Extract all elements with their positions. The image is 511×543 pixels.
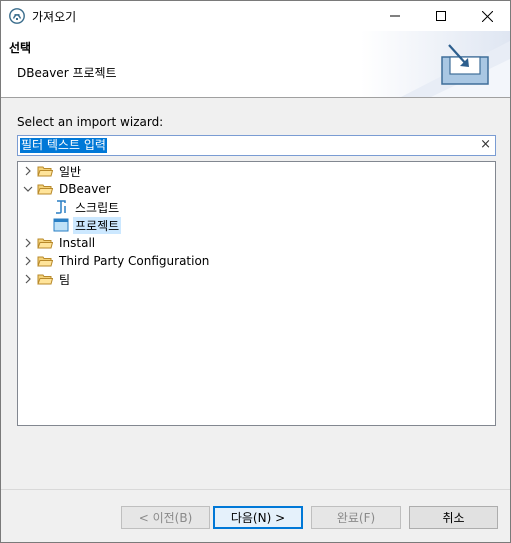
tree-item-general[interactable]: 일반 <box>23 162 83 180</box>
chevron-right-icon[interactable] <box>23 256 33 266</box>
project-icon <box>53 218 69 232</box>
minimize-icon <box>390 15 400 17</box>
script-icon <box>56 200 66 214</box>
close-window-button[interactable] <box>464 1 510 31</box>
folder-icon <box>37 166 53 177</box>
tree-item-label: Third Party Configuration <box>59 254 210 268</box>
tree-item-team[interactable]: 팀 <box>23 270 72 288</box>
tree-item-third-party-configuration[interactable]: Third Party Configuration <box>23 252 211 270</box>
cancel-button[interactable]: 취소 <box>409 506 498 529</box>
close-icon <box>481 10 493 22</box>
page-title: 선택 <box>9 41 32 55</box>
chevron-right-icon[interactable] <box>23 238 33 248</box>
tree-item-label: 일반 <box>59 164 82 179</box>
window-title: 가져오기 <box>32 10 77 24</box>
tree-item-install[interactable]: Install <box>23 234 97 252</box>
clear-filter-icon[interactable]: × <box>480 137 491 152</box>
filter-input[interactable]: 필터 텍스트 입력 × <box>17 135 496 156</box>
chevron-right-icon[interactable] <box>23 166 33 176</box>
tree-item-label: Install <box>59 236 96 250</box>
tree-item-label: DBeaver <box>59 182 111 196</box>
button-bar-separator <box>1 489 510 490</box>
folder-icon <box>37 238 53 249</box>
minimize-button[interactable] <box>372 1 418 31</box>
chevron-down-icon[interactable] <box>23 184 33 194</box>
maximize-icon <box>436 11 446 21</box>
tree-item-label: 프로젝트 <box>73 216 122 234</box>
page-description: DBeaver 프로젝트 <box>17 66 117 80</box>
wizard-tree[interactable]: 일반 DBeaver 스크립트 프로젝트 Install Third Party… <box>17 161 496 426</box>
folder-open-icon <box>37 184 53 195</box>
next-button[interactable]: 다음(N) > <box>213 506 303 529</box>
select-wizard-label: Select an import wizard: <box>17 115 164 129</box>
tree-item-project[interactable]: 프로젝트 <box>53 216 122 234</box>
filter-input-value[interactable]: 필터 텍스트 입력 <box>20 138 107 153</box>
chevron-right-icon[interactable] <box>23 274 33 284</box>
tree-item-script[interactable]: 스크립트 <box>53 198 121 216</box>
import-dialog: 가져오기 선택 DBeaver 프로젝트 Select an import wi… <box>0 0 511 543</box>
back-button[interactable]: < 이전(B) <box>121 506 210 529</box>
tree-item-label: 팀 <box>59 272 71 287</box>
import-banner-icon <box>361 31 510 97</box>
wizard-banner: 선택 DBeaver 프로젝트 <box>1 31 510 98</box>
dbeaver-app-icon <box>9 8 25 24</box>
title-bar[interactable]: 가져오기 <box>1 1 510 31</box>
finish-button[interactable]: 완료(F) <box>311 506 401 529</box>
tree-item-dbeaver[interactable]: DBeaver <box>23 180 113 198</box>
folder-icon <box>37 256 53 267</box>
maximize-button[interactable] <box>418 1 464 31</box>
folder-icon <box>37 274 53 285</box>
tree-item-label: 스크립트 <box>75 200 120 215</box>
